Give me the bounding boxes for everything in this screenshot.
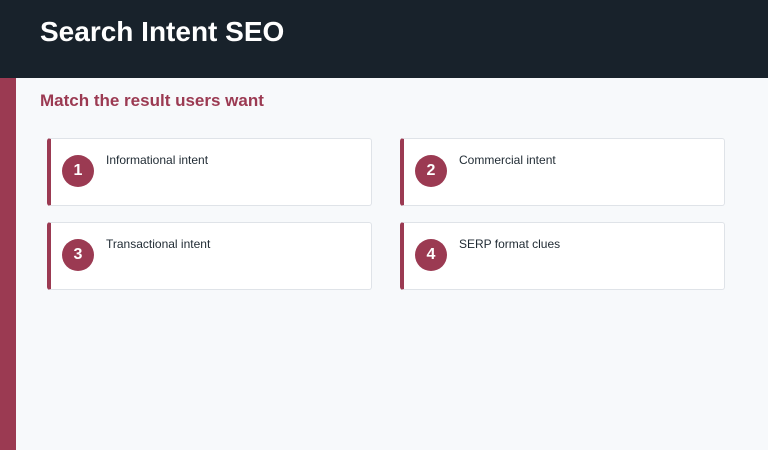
card-label: Commercial intent [459, 153, 556, 167]
step-badge: 3 [62, 239, 94, 271]
card-label: Transactional intent [106, 237, 211, 251]
step-badge: 4 [415, 239, 447, 271]
card-label: Informational intent [106, 153, 209, 167]
step-badge: 2 [415, 155, 447, 187]
intent-card-informational[interactable]: 1 Informational intent [47, 138, 372, 206]
intent-card-transactional[interactable]: 3 Transactional intent [47, 222, 372, 290]
left-accent-bar [0, 78, 16, 450]
step-badge: 1 [62, 155, 94, 187]
intent-card-serp-format[interactable]: 4 SERP format clues [400, 222, 725, 290]
section-subtitle: Match the result users want [40, 91, 264, 110]
intent-card-commercial[interactable]: 2 Commercial intent [400, 138, 725, 206]
header-bar: Search Intent SEO [0, 0, 768, 78]
card-label: SERP format clues [459, 237, 561, 251]
page-title: Search Intent SEO [40, 16, 285, 47]
